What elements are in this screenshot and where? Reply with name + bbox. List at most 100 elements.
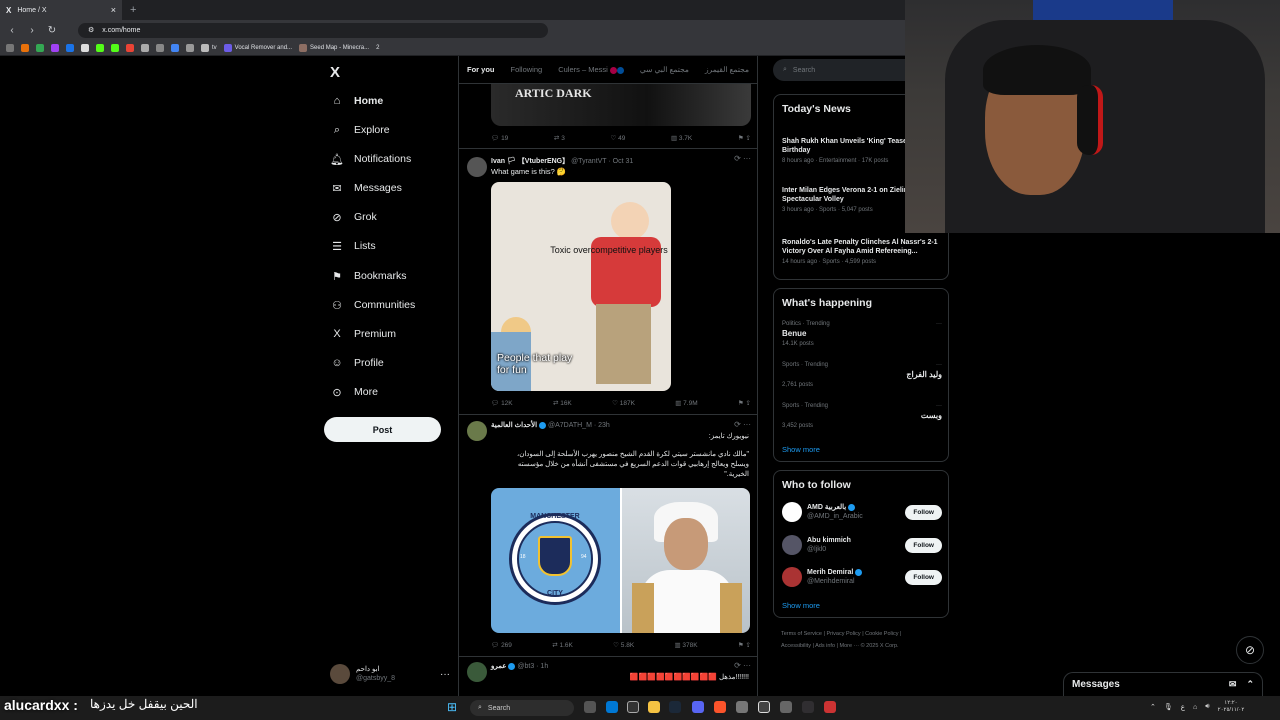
bookmark-icon[interactable] [36, 43, 44, 52]
tab-culers-messi[interactable]: Culers – Messi [550, 65, 632, 74]
like-button[interactable]: ♡ 49 [610, 134, 625, 142]
nav-more[interactable]: ⊙ More [330, 382, 378, 402]
app-icon[interactable] [736, 701, 748, 713]
mic-icon[interactable]: 🎙︎ [1164, 703, 1173, 711]
tab-home[interactable]: X Home / X × [0, 0, 122, 20]
app-icon[interactable] [824, 701, 836, 713]
app-icon[interactable] [627, 701, 639, 713]
follow-suggestion[interactable]: Abu kimmich @ljkl0 Follow [782, 534, 942, 556]
reload-icon[interactable]: ↻ [46, 25, 58, 36]
trend-item[interactable]: Sports · Trending وليد الفراج 2,761 posts ·… [782, 360, 942, 390]
bookmark-icon[interactable] [51, 43, 59, 52]
nav-home[interactable]: ⌂ Home [330, 91, 384, 111]
windows-start-icon[interactable]: ⊞ [447, 701, 459, 713]
site-info-icon[interactable]: ⚙ [88, 26, 94, 34]
news-item[interactable]: Ronaldo's Late Penalty Clinches Al Nassr… [782, 238, 942, 267]
bookmark-icon[interactable] [96, 43, 104, 52]
bookmark-icon[interactable] [111, 43, 119, 52]
language-indicator[interactable]: ع [1181, 703, 1185, 711]
back-icon[interactable]: ‹ [6, 25, 18, 36]
bookmark-seed-map[interactable]: Seed Map - Minecra... [299, 43, 369, 52]
more-icon[interactable]: ⟳ ··· [734, 661, 751, 670]
tab-pc-community[interactable]: مجتمع البي سي [632, 65, 697, 74]
bookmark-icon[interactable]: ⚑ ⇪ [738, 399, 751, 407]
address-bar[interactable]: ⚙ x.com/home [78, 22, 548, 38]
reply-button[interactable]: 💬︎ 12K [491, 399, 513, 407]
nav-grok[interactable]: ⊘ Grok [330, 207, 376, 227]
account-switcher[interactable]: ابو داحم @gatsbyy_8 ··· [330, 662, 450, 686]
tweet[interactable]: ARTIC DARK 💬︎ 19 ⇄ 3 ♡ 49 ▥ 3.7K ⚑ ⇪ [459, 84, 757, 149]
views-button[interactable]: ▥ 3.7K [671, 134, 692, 142]
reply-button[interactable]: 💬︎ 19 [491, 134, 508, 142]
repost-button[interactable]: ⇄ 3 [554, 134, 565, 142]
reply-button[interactable]: 💬︎ 269 [491, 641, 512, 649]
new-tab-button[interactable]: + [130, 4, 136, 16]
views-button[interactable]: ▥ 378K [674, 641, 697, 649]
brave-icon[interactable] [714, 701, 726, 713]
nav-communities[interactable]: ⚇ Communities [330, 295, 415, 315]
tab-following[interactable]: Following [503, 65, 551, 74]
like-button[interactable]: ♡ 187K [612, 399, 635, 407]
show-more-link[interactable]: Show more [782, 445, 820, 454]
bookmark-folder-tv[interactable]: tv [201, 43, 217, 52]
grok-compose-button[interactable]: ⊘ [1236, 636, 1264, 664]
network-icon[interactable]: ⌂ [1193, 704, 1197, 711]
task-view-icon[interactable] [584, 701, 596, 713]
avatar[interactable] [467, 421, 487, 441]
x-logo-icon[interactable]: X [330, 64, 340, 81]
bookmark-icon[interactable] [141, 43, 149, 52]
file-explorer-icon[interactable] [648, 701, 660, 713]
follow-button[interactable]: Follow [905, 504, 942, 520]
bookmark-vocal-remover[interactable]: Vocal Remover and... [223, 43, 292, 52]
bookmark-icon[interactable] [156, 43, 164, 52]
bookmark-icon[interactable]: ⚑ ⇪ [738, 641, 751, 649]
chevron-up-icon[interactable]: ⌃ [1150, 703, 1156, 711]
steam-icon[interactable] [669, 701, 681, 713]
tweet[interactable]: الأحداث العالمية @A7DATH_M · 23h ⟳ ··· ن… [459, 415, 757, 657]
avatar[interactable] [467, 662, 487, 682]
follow-button[interactable]: Follow [905, 569, 942, 585]
discord-icon[interactable] [692, 701, 704, 713]
bookmark-icon[interactable] [81, 43, 89, 52]
tweet-media[interactable]: ARTIC DARK [491, 84, 751, 126]
avatar[interactable] [467, 157, 487, 177]
repost-button[interactable]: ⇄ 16K [553, 399, 572, 407]
tab-gamers-community[interactable]: مجتمع القيمرز [697, 65, 757, 74]
new-message-icon[interactable]: ✉ [1229, 679, 1237, 690]
like-button[interactable]: ♡ 5.8K [613, 641, 634, 649]
follow-suggestion[interactable]: Merih Demiral @Merihdemiral Follow [782, 566, 942, 588]
tweet[interactable]: Ivan 🏳 【VtuberENG】 @TyrantVT · Oct 31 ⟳ … [459, 149, 757, 415]
nav-explore[interactable]: ⌕ Explore [330, 120, 390, 140]
tab-close-icon[interactable]: × [111, 5, 116, 15]
tab-for-you[interactable]: For you [459, 65, 503, 74]
clock[interactable]: ١٢:٢٠ ٢٠٢٥/١١/٠٢ [1218, 700, 1245, 714]
more-icon[interactable]: ⟳ ··· [734, 154, 751, 163]
nav-premium[interactable]: X Premium [330, 324, 396, 344]
forward-icon[interactable]: › [26, 25, 38, 36]
bookmark-icon[interactable] [66, 43, 74, 52]
bookmark-icon[interactable] [171, 43, 179, 52]
bookmark-2[interactable]: 2 [376, 45, 379, 51]
follow-suggestion[interactable]: AMD بالعربية @AMD_in_Arabic Follow [782, 501, 942, 523]
tweet-media[interactable]: Toxic overcompetitive players People tha… [491, 182, 671, 391]
messages-drawer[interactable]: Messages ✉ ⌃ [1063, 672, 1263, 696]
footer-links[interactable]: Terms of Service | Privacy Policy | Cook… [781, 628, 951, 652]
obs-icon[interactable] [802, 701, 814, 713]
app-icon[interactable] [780, 701, 792, 713]
taskbar-search[interactable]: ⌕ Search [470, 700, 574, 716]
trend-item[interactable]: Politics · Trending Benue 14.1K posts ··· [782, 319, 942, 349]
app-icon[interactable] [606, 701, 618, 713]
nav-bookmarks[interactable]: ⚑ Bookmarks [330, 266, 406, 286]
bookmark-icon[interactable]: ⚑ ⇪ [738, 134, 751, 142]
show-more-link[interactable]: Show more [782, 601, 820, 610]
views-button[interactable]: ▥ 7.9M [675, 399, 697, 407]
trend-item[interactable]: Sports · Trending وبست 3,452 posts ··· [782, 401, 942, 431]
nav-notifications[interactable]: 🔔︎ Notifications [330, 149, 411, 169]
app-icon[interactable] [758, 701, 770, 713]
chevron-up-icon[interactable]: ⌃ [1246, 679, 1254, 690]
nav-profile[interactable]: ☺ Profile [330, 353, 383, 373]
post-button[interactable]: Post [324, 417, 441, 442]
follow-button[interactable]: Follow [905, 537, 942, 553]
nav-lists[interactable]: ☰ Lists [330, 236, 376, 256]
tweet[interactable]: عمرو @bt3 · 1h ⟳ ··· !!!!!!!مذهل 🟥🟥🟥🟥🟥🟥🟥… [459, 657, 757, 696]
